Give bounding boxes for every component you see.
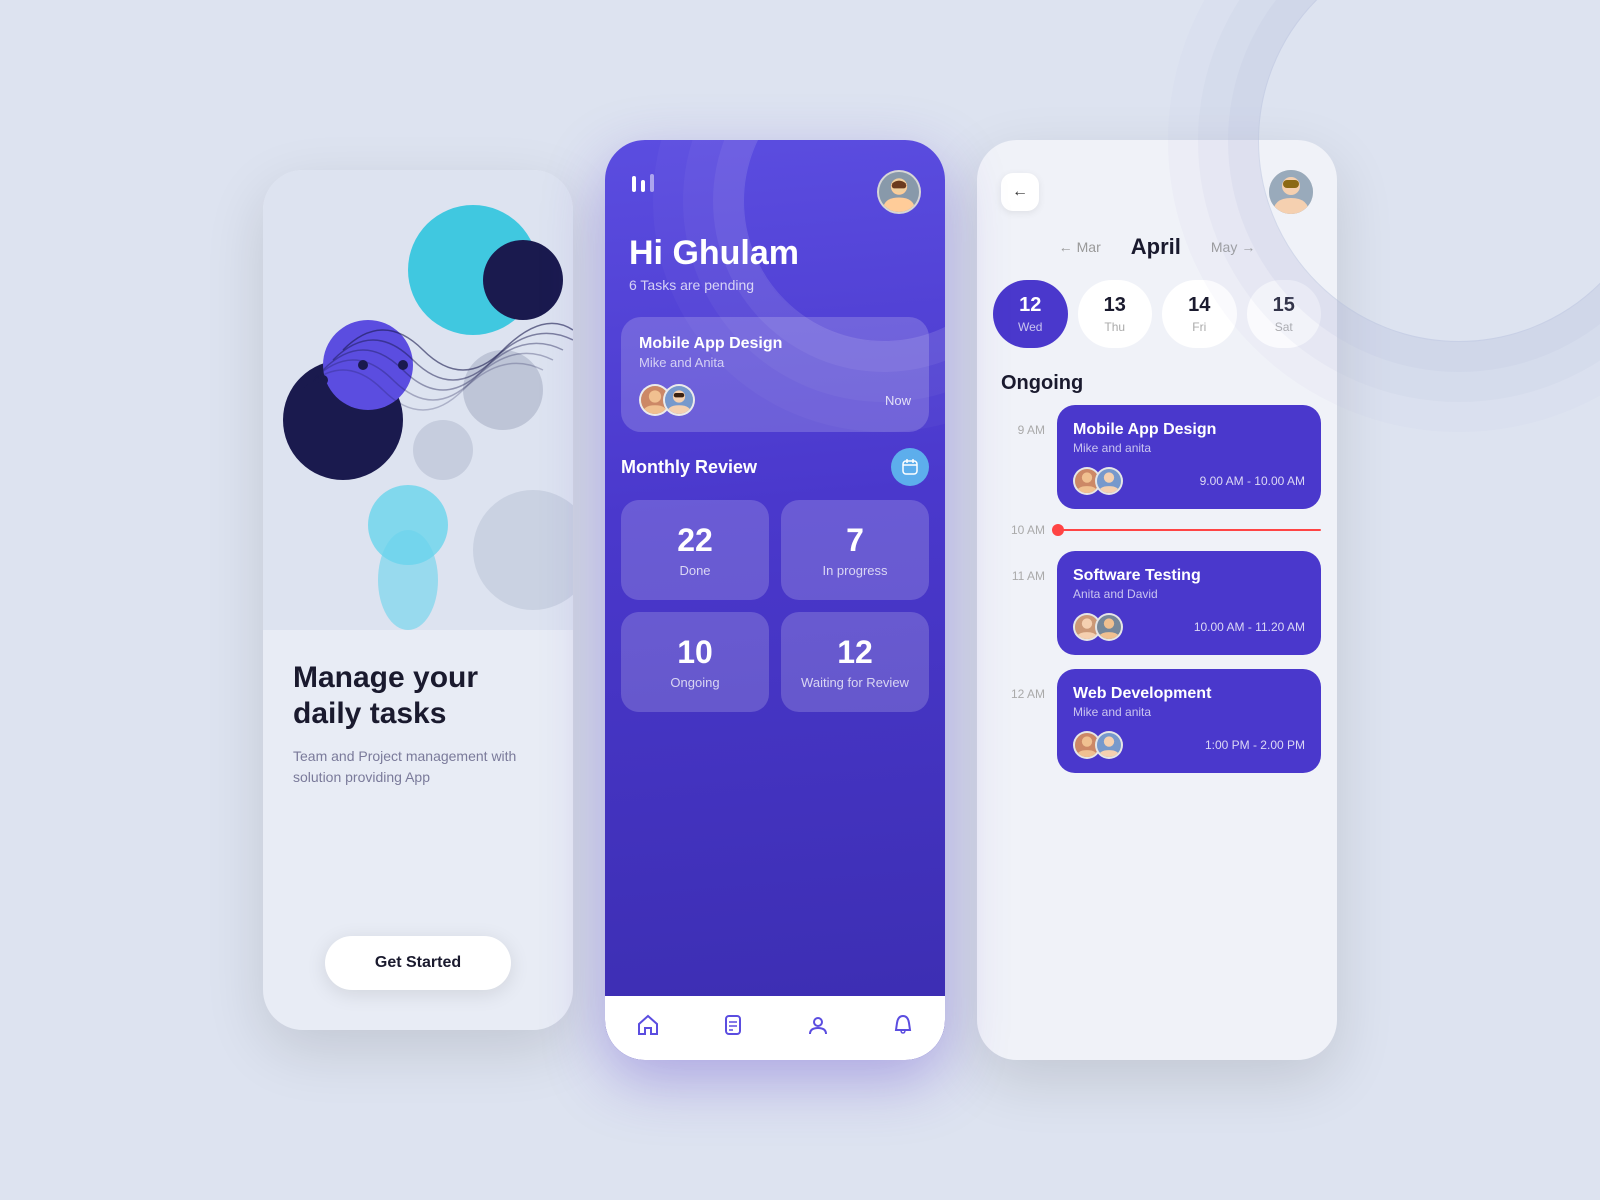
stat-done-label: Done [637,563,753,578]
event-software-testing[interactable]: Software Testing Anita and David 10.00 A… [1057,551,1321,655]
date-num-12: 12 [1019,294,1041,317]
prev-month-btn[interactable]: ← Mar [1059,239,1101,255]
timeline-row-2: 11 AM Software Testing Anita and David 1… [993,551,1321,669]
stats-grid: 22 Done 7 In progress 10 Ongoing 12 Wait… [621,500,929,712]
time-label-10am-line: 10 AM [993,523,1045,537]
nav-home-icon[interactable] [637,1014,659,1042]
event-testing-title: Software Testing [1073,567,1305,585]
event-webdev-members: Mike and anita [1073,705,1305,719]
cal-month-nav: ← Mar April May → [977,224,1337,264]
monthly-title: Monthly Review [621,457,757,478]
time-label-11am: 11 AM [993,551,1045,669]
dashboard-card: Hi Ghulam 6 Tasks are pending Mobile App… [605,140,945,1060]
date-day-13: Thu [1104,320,1125,334]
event-mobile-time: 9.00 AM - 10.00 AM [1200,474,1305,488]
stat-ongoing-number: 10 [637,634,753,671]
date-num-14: 14 [1188,294,1210,317]
app-logo-icon [629,170,657,204]
date-pill-15[interactable]: 15 Sat [1247,280,1322,348]
event-webdev-time: 1:00 PM - 2.00 PM [1205,738,1305,752]
next-month-btn[interactable]: May → [1211,239,1255,255]
timeline-current-time: 10 AM [993,523,1321,537]
event-mobile-app-members: Mike and anita [1073,441,1305,455]
date-pill-13[interactable]: 13 Thu [1078,280,1153,348]
ev-avatar-anita3 [1095,731,1123,759]
task-footer: Now [639,384,911,416]
ev-avatar-david [1095,613,1123,641]
cal-timeline: 9 AM Mobile App Design Mike and anita 9.… [977,405,1337,1030]
onboard-illustration [263,170,573,630]
date-day-12: Wed [1018,320,1042,334]
dash-greeting-text: Hi Ghulam [629,234,921,273]
event-webdev-footer: 1:00 PM - 2.00 PM [1073,731,1305,759]
bottom-nav [605,996,945,1060]
event-testing-time: 10.00 AM - 11.20 AM [1194,620,1305,634]
cal-month-title: April [1131,234,1181,260]
onboard-title: Manage your daily tasks [293,660,543,732]
cal-dates-row: 12 Wed 13 Thu 14 Fri 15 Sat [977,264,1337,368]
cal-header: ← [977,140,1337,224]
task-avatar-group [639,384,695,416]
timeline-row-1: 9 AM Mobile App Design Mike and anita 9.… [993,405,1321,523]
event-webdev-avatars [1073,731,1117,759]
stat-inprogress: 7 In progress [781,500,929,600]
stat-inprogress-label: In progress [797,563,913,578]
date-num-15: 15 [1273,294,1295,317]
stat-done: 22 Done [621,500,769,600]
task-title: Mobile App Design [639,335,911,353]
time-label-9am: 9 AM [993,405,1045,523]
nav-bell-icon[interactable] [892,1014,914,1042]
date-pill-14[interactable]: 14 Fri [1162,280,1237,348]
date-day-15: Sat [1275,320,1293,334]
time-label-12am: 12 AM [993,669,1045,787]
event-testing-avatars [1073,613,1117,641]
dash-header [605,140,945,234]
dash-greeting-section: Hi Ghulam 6 Tasks are pending [605,234,945,317]
task-time-badge: Now [885,393,911,408]
date-num-13: 13 [1104,294,1126,317]
stat-waiting-number: 12 [797,634,913,671]
event-mobile-app[interactable]: Mobile App Design Mike and anita 9.00 AM… [1057,405,1321,509]
date-pill-12[interactable]: 12 Wed [993,280,1068,348]
event-mobile-avatars [1073,467,1117,495]
monthly-review-section: Monthly Review 22 Done 7 In progress 10 [621,448,929,712]
back-button[interactable]: ← [1001,173,1039,211]
user-avatar[interactable] [877,170,921,214]
calendar-icon-btn[interactable] [891,448,929,486]
event-mobile-app-title: Mobile App Design [1073,421,1305,439]
onboarding-card: Manage your daily tasks Team and Project… [263,170,573,1030]
current-time-line [1057,529,1321,531]
task-card-mobile-app[interactable]: Mobile App Design Mike and Anita Now [621,317,929,432]
event-mobile-app-footer: 9.00 AM - 10.00 AM [1073,467,1305,495]
onboard-text-section: Manage your daily tasks Team and Project… [263,630,573,896]
ongoing-label: Ongoing [977,368,1337,405]
dash-tasks-count: 6 Tasks are pending [629,277,921,293]
stat-inprogress-number: 7 [797,522,913,559]
member-avatar-2 [663,384,695,416]
monthly-header: Monthly Review [621,448,929,486]
event-testing-members: Anita and David [1073,587,1305,601]
calendar-card: ← ← Mar April May → 12 Wed 13 Thu [977,140,1337,1060]
ev-avatar-anita [1095,467,1123,495]
stat-done-number: 22 [637,522,753,559]
stat-waiting: 12 Waiting for Review [781,612,929,712]
onboard-subtitle: Team and Project management with solutio… [293,746,543,788]
nav-user-icon[interactable] [807,1014,829,1042]
cal-user-avatar[interactable] [1269,170,1313,214]
nav-file-icon[interactable] [722,1014,744,1042]
stat-ongoing-label: Ongoing [637,675,753,690]
stat-ongoing: 10 Ongoing [621,612,769,712]
date-day-14: Fri [1192,320,1206,334]
timeline-row-3: 12 AM Web Development Mike and anita 1:0… [993,669,1321,787]
task-members: Mike and Anita [639,355,911,370]
event-web-dev[interactable]: Web Development Mike and anita 1:00 PM -… [1057,669,1321,773]
stat-waiting-label: Waiting for Review [797,675,913,690]
event-webdev-title: Web Development [1073,685,1305,703]
get-started-button[interactable]: Get Started [325,936,511,990]
event-testing-footer: 10.00 AM - 11.20 AM [1073,613,1305,641]
